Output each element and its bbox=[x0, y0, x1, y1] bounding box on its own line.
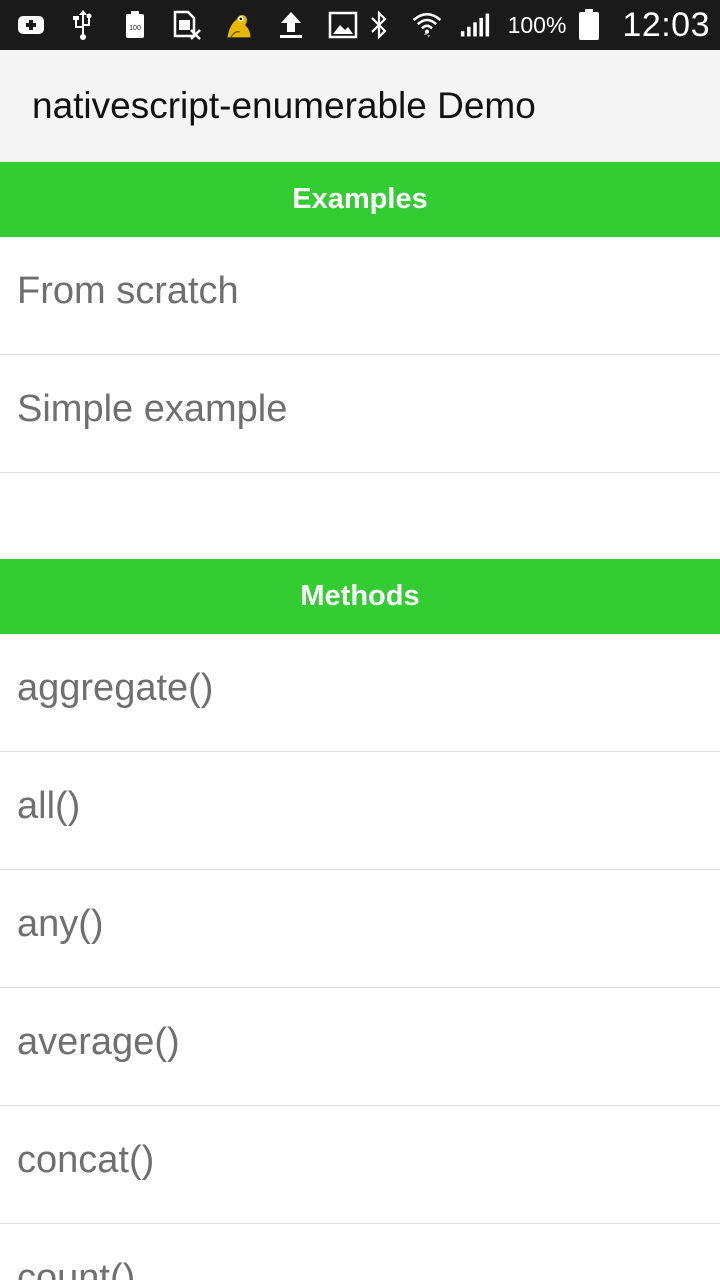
wifi-icon bbox=[412, 10, 442, 40]
list-item-average[interactable]: average() bbox=[0, 988, 720, 1106]
list-item-count[interactable]: count() bbox=[0, 1224, 720, 1280]
main-list[interactable]: Examples From scratch Simple example Met… bbox=[0, 162, 720, 1280]
usb-icon bbox=[68, 10, 98, 40]
list-item-from-scratch[interactable]: From scratch bbox=[0, 237, 720, 355]
notification-icons: 100 bbox=[16, 10, 364, 40]
sim-off-icon bbox=[172, 10, 202, 40]
list-item-any[interactable]: any() bbox=[0, 870, 720, 988]
svg-text:100: 100 bbox=[129, 25, 141, 32]
list-item-concat[interactable]: concat() bbox=[0, 1106, 720, 1224]
battery-100-icon: 100 bbox=[120, 10, 150, 40]
examples-section-header: Examples bbox=[0, 162, 720, 237]
system-icons: 100% 12:03 bbox=[364, 6, 710, 45]
app-title: nativescript-enumerable Demo bbox=[32, 85, 536, 126]
signal-icon bbox=[460, 10, 490, 40]
methods-section-header: Methods bbox=[0, 559, 720, 634]
battery-icon bbox=[574, 9, 604, 40]
image-icon bbox=[328, 10, 358, 40]
battery-percent: 100% bbox=[507, 11, 567, 38]
clock: 12:03 bbox=[622, 5, 710, 44]
status-bar: 100 100% 12:03 bbox=[0, 0, 720, 50]
list-item-aggregate[interactable]: aggregate() bbox=[0, 634, 720, 752]
list-item-all[interactable]: all() bbox=[0, 752, 720, 870]
add-icon bbox=[16, 10, 46, 40]
action-bar: nativescript-enumerable Demo bbox=[0, 50, 720, 162]
upload-icon bbox=[276, 10, 306, 40]
list-item-simple-example[interactable]: Simple example bbox=[0, 355, 720, 473]
mascot-icon bbox=[224, 10, 254, 40]
bluetooth-icon bbox=[364, 10, 394, 40]
